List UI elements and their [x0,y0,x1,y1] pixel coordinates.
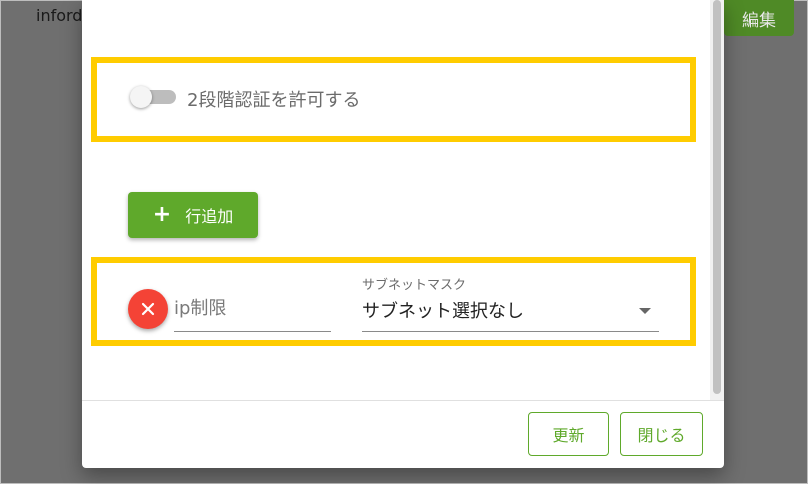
subnet-mask-select[interactable]: サブネット選択なし [362,294,659,332]
plus-icon: + [152,202,172,227]
two-factor-label: 2段階認証を許可する [187,90,361,111]
update-button[interactable]: 更新 [528,412,609,456]
scrollbar-thumb[interactable] [713,0,721,394]
remove-row-button[interactable] [128,289,168,329]
add-row-label: 行追加 [185,207,234,226]
close-button[interactable]: 閉じる [620,412,703,456]
chevron-down-icon [639,308,651,314]
two-factor-toggle[interactable] [130,86,176,108]
subnet-mask-label: サブネットマスク [362,278,467,293]
add-row-button[interactable]: + 行追加 [128,192,258,238]
edit-button[interactable]: 編集 [724,0,794,36]
toggle-thumb [130,86,152,108]
highlight-box-two-factor [91,57,696,142]
footer-divider [82,400,724,401]
close-icon [141,302,155,316]
subnet-mask-value: サブネット選択なし [362,301,524,322]
dialog-scrollbar[interactable] [710,0,724,400]
settings-dialog: 2段階認証を許可する + 行追加 サブネットマスク サブネット選択なし 更新 閉… [82,0,724,468]
background-text: inford [36,6,83,25]
ip-restriction-field[interactable] [174,294,331,332]
ip-restriction-input[interactable] [174,298,324,319]
